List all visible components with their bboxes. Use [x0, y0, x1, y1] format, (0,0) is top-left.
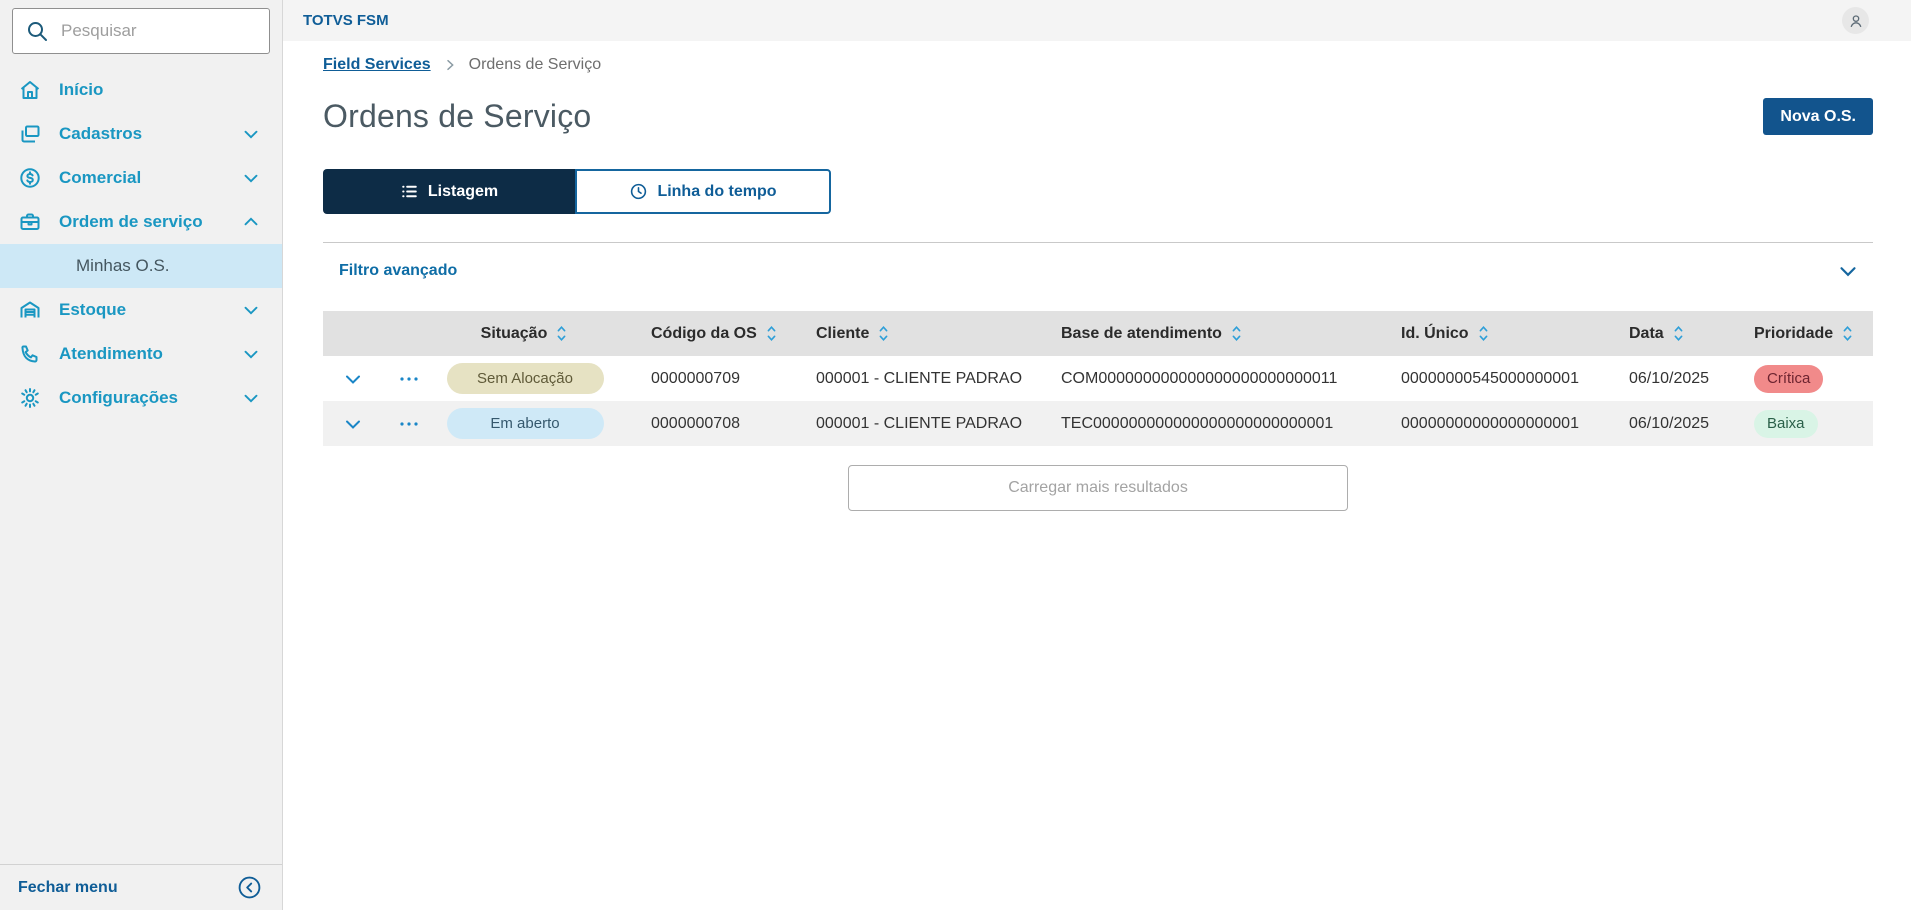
tab-listagem-label: Listagem: [427, 182, 499, 200]
sidebar-item-cadastros[interactable]: Cadastros: [0, 112, 282, 156]
cell-data: 06/10/2025: [1629, 369, 1710, 387]
column-header-prioridade[interactable]: Prioridade: [1718, 324, 1872, 343]
app-window: Início Cadastros: [0, 0, 1911, 910]
sidebar-item-atendimento[interactable]: Atendimento: [0, 332, 282, 376]
briefcase-icon: [18, 210, 42, 234]
column-header-id-unico[interactable]: Id. Único: [1365, 324, 1593, 343]
chevron-down-icon[interactable]: [240, 343, 262, 365]
user-avatar[interactable]: [1842, 7, 1869, 34]
load-more-wrap: Carregar mais resultados: [323, 465, 1873, 511]
main-area: TOTVS FSM Field Services Ordens de Servi…: [283, 0, 1911, 910]
sidebar-item-comercial[interactable]: Comercial: [0, 156, 282, 200]
sidebar: Início Cadastros: [0, 0, 283, 910]
sidebar-item-estoque[interactable]: Estoque: [0, 288, 282, 332]
service-orders-table: Situação Código da OS Cliente Base de at…: [323, 311, 1873, 446]
collapse-circle-icon[interactable]: [237, 875, 262, 900]
row-actions-icon[interactable]: [383, 367, 435, 391]
gear-icon: [18, 386, 42, 410]
status-badge: Sem Alocação: [446, 363, 604, 394]
app-title: TOTVS FSM: [303, 12, 389, 29]
sidebar-item-label: Comercial: [59, 168, 142, 187]
dollar-circle-icon: [18, 166, 42, 190]
cell-data: 06/10/2025: [1629, 414, 1710, 432]
cell-codigo: 0000000709: [651, 369, 740, 387]
nova-os-button[interactable]: Nova O.S.: [1763, 98, 1873, 135]
clock-icon: [629, 182, 648, 201]
chevron-down-icon[interactable]: [240, 167, 262, 189]
cell-id-unico: 00000000000000000001: [1401, 414, 1579, 432]
expand-row-icon[interactable]: [323, 367, 383, 391]
expand-row-icon[interactable]: [323, 412, 383, 436]
title-row: Ordens de Serviço Nova O.S.: [323, 98, 1873, 135]
cell-cliente: 000001 - CLIENTE PADRAO: [816, 414, 1023, 432]
cell-id-unico: 00000000545000000001: [1401, 369, 1579, 387]
cell-cliente: 000001 - CLIENTE PADRAO: [816, 369, 1023, 387]
sort-icon[interactable]: [1840, 324, 1855, 343]
sidebar-subitem-label: Minhas O.S.: [76, 256, 170, 275]
sort-icon[interactable]: [876, 324, 891, 343]
sidebar-item-label: Cadastros: [59, 124, 143, 143]
advanced-filter-label[interactable]: Filtro avançado: [339, 262, 457, 280]
sidebar-menu: Início Cadastros Comercial Ordem de serv…: [0, 60, 282, 420]
sidebar-item-configuracoes[interactable]: Configurações: [0, 376, 282, 420]
tab-listagem[interactable]: Listagem: [323, 169, 575, 214]
sort-icon[interactable]: [1476, 324, 1491, 343]
tab-linha-do-tempo-label: Linha do tempo: [657, 182, 777, 200]
cards-icon: [18, 122, 42, 146]
sidebar-search[interactable]: [12, 8, 270, 54]
close-menu-button[interactable]: Fechar menu: [0, 864, 282, 910]
priority-badge: Baixa: [1754, 409, 1818, 438]
chevron-down-icon[interactable]: [1835, 258, 1861, 284]
sidebar-item-label: Estoque: [59, 300, 127, 319]
chevron-down-icon[interactable]: [240, 123, 262, 145]
table-row: Em aberto 0000000708 000001 - CLIENTE PA…: [323, 401, 1873, 446]
column-header-cliente[interactable]: Cliente: [780, 324, 1025, 343]
cell-codigo: 0000000708: [651, 414, 740, 432]
column-header-base[interactable]: Base de atendimento: [1025, 324, 1365, 343]
sidebar-item-inicio[interactable]: Início: [0, 68, 282, 112]
content: Field Services Ordens de Serviço Ordens …: [283, 41, 1911, 511]
sidebar-item-label: Ordem de serviço: [59, 212, 203, 231]
table-row: Sem Alocação 0000000709 000001 - CLIENTE…: [323, 356, 1873, 401]
column-header-situacao[interactable]: Situação: [435, 324, 615, 343]
load-more-button[interactable]: Carregar mais resultados: [848, 465, 1348, 511]
chevron-down-icon[interactable]: [240, 387, 262, 409]
topbar: TOTVS FSM: [283, 0, 1911, 41]
tabs: Listagem Linha do tempo: [323, 169, 831, 214]
breadcrumb: Field Services Ordens de Serviço: [323, 56, 1873, 74]
sort-icon[interactable]: [1229, 324, 1244, 343]
cell-base: TEC000000000000000000000000001: [1061, 414, 1334, 432]
advanced-filter-bar[interactable]: Filtro avançado: [323, 242, 1873, 297]
list-icon: [400, 182, 419, 201]
chevron-up-icon[interactable]: [240, 211, 262, 233]
priority-badge: Crítica: [1754, 364, 1824, 393]
search-icon: [25, 19, 49, 43]
tab-linha-do-tempo[interactable]: Linha do tempo: [575, 169, 831, 214]
status-badge: Em aberto: [446, 408, 604, 439]
cell-base: COM000000000000000000000000011: [1061, 369, 1338, 387]
sidebar-item-ordem-de-servico[interactable]: Ordem de serviço: [0, 200, 282, 244]
column-header-data[interactable]: Data: [1593, 324, 1718, 343]
warehouse-icon: [18, 298, 42, 322]
sidebar-subitem-minhas-os[interactable]: Minhas O.S.: [0, 244, 282, 288]
sort-icon[interactable]: [764, 324, 779, 343]
close-menu-label: Fechar menu: [18, 878, 118, 896]
sidebar-item-label: Início: [59, 80, 104, 99]
row-actions-icon[interactable]: [383, 412, 435, 436]
sidebar-item-label: Atendimento: [59, 344, 163, 363]
phone-icon: [18, 342, 42, 366]
page-title: Ordens de Serviço: [323, 98, 592, 134]
search-input[interactable]: [61, 21, 257, 41]
sort-icon[interactable]: [1671, 324, 1686, 343]
column-header-codigo[interactable]: Código da OS: [615, 324, 780, 343]
home-icon: [18, 78, 42, 102]
breadcrumb-link-field-services[interactable]: Field Services: [323, 56, 431, 74]
sort-icon[interactable]: [554, 324, 569, 343]
breadcrumb-current: Ordens de Serviço: [468, 56, 602, 73]
sidebar-item-label: Configurações: [59, 388, 179, 407]
table-header-row: Situação Código da OS Cliente Base de at…: [323, 311, 1873, 356]
chevron-down-icon[interactable]: [240, 299, 262, 321]
chevron-right-icon: [442, 57, 458, 73]
